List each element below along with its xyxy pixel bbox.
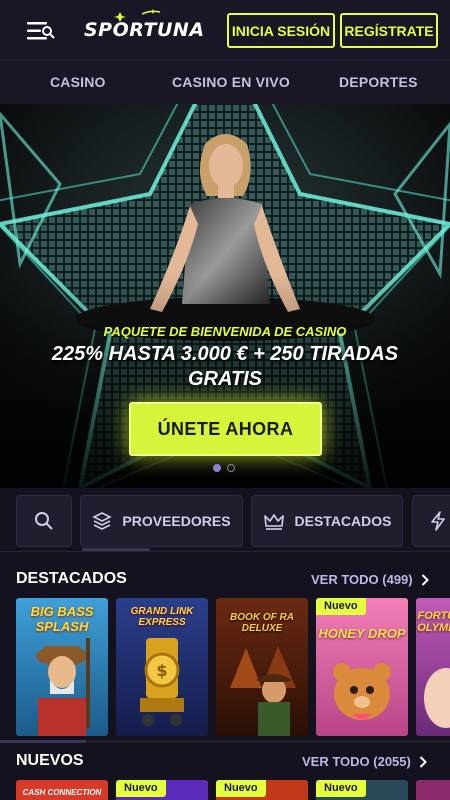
game-title: BIG BASS SPLASH <box>30 604 94 634</box>
game-tile-honey-drop[interactable]: HONEY DROP Nuevo <box>316 598 408 736</box>
featured-button[interactable]: DESTACADOS <box>251 495 403 547</box>
new-badge: Nuevo <box>116 780 166 797</box>
promo-banner[interactable]: PAQUETE DE BIENVENIDA DE CASINO 225% HAS… <box>0 104 450 488</box>
providers-button[interactable]: PROVEEDORES <box>80 495 243 547</box>
featured-view-all-label: VER TODO (499) <box>311 572 413 587</box>
new-badge: Nuevo <box>316 598 366 615</box>
search-button[interactable] <box>16 495 72 547</box>
chevron-right-icon <box>419 755 427 768</box>
top-header: SPORTUNA INICIA SESIÓN REGÍSTRATE <box>0 0 450 61</box>
new-view-all-label: VER TODO (2055) <box>302 754 411 769</box>
featured-view-all-link[interactable]: VER TODO (499) <box>311 572 429 587</box>
carousel-dot-2[interactable] <box>227 464 235 472</box>
game-tile-grand-link-express[interactable]: $ GRAND LINK EXPRESS <box>116 598 208 736</box>
register-button[interactable]: REGÍSTRATE <box>340 13 438 48</box>
promo-title: 225% HASTA 3.000 € + 250 TIRADAS GRATIS <box>51 343 399 390</box>
featured-label: DESTACADOS <box>294 513 392 529</box>
nav-sports[interactable]: DEPORTES <box>339 74 418 90</box>
app-root: SPORTUNA INICIA SESIÓN REGÍSTRATE CASINO… <box>0 0 450 800</box>
new-game-tile-5[interactable] <box>416 780 450 800</box>
chevron-right-icon <box>421 573 429 586</box>
new-game-tile-1[interactable]: CASH CONNECTION <box>16 780 108 800</box>
more-filters-button[interactable] <box>412 495 450 547</box>
providers-label: PROVEEDORES <box>122 513 231 529</box>
carousel-dots <box>213 464 235 472</box>
new-badge: Nuevo <box>316 780 366 797</box>
new-game-tile-3[interactable]: Nuevo <box>216 780 308 800</box>
logo-stars-icon <box>114 9 161 22</box>
promo-subtitle: PAQUETE DE BIENVENIDA DE CASINO <box>103 324 347 339</box>
filter-bar: PROVEEDORES DESTACADOS <box>0 488 450 552</box>
svg-text:$: $ <box>156 661 167 680</box>
game-thumbnail <box>316 598 408 736</box>
game-title: FORTUNE OLYMPUS <box>417 610 450 634</box>
carousel-dot-1[interactable] <box>213 464 221 472</box>
new-game-tile-4[interactable]: Nuevo <box>316 780 408 800</box>
sportuna-logo[interactable]: SPORTUNA <box>84 9 205 46</box>
game-tile-book-of-ra[interactable]: BOOK OF RA DELUXE <box>216 598 308 736</box>
login-button[interactable]: INICIA SESIÓN <box>227 13 335 48</box>
game-tile-big-bass-splash[interactable]: BIG BASS SPLASH <box>16 598 108 736</box>
active-filter-indicator <box>82 548 150 551</box>
crown-icon <box>263 514 284 530</box>
game-title: BOOK OF RA DELUXE <box>230 612 294 634</box>
new-view-all-link[interactable]: VER TODO (2055) <box>302 754 427 769</box>
lightning-icon <box>431 511 445 531</box>
featured-games-row: BIG BASS SPLASH $ GRAND LINK EXPRESS BOO… <box>16 598 450 736</box>
game-title: GRAND LINK EXPRESS <box>130 606 194 628</box>
game-title: CASH CONNECTION <box>22 788 102 797</box>
new-badge: Nuevo <box>216 780 266 797</box>
new-game-tile-2[interactable]: Nuevo <box>116 780 208 800</box>
nav-live-casino[interactable]: CASINO EN VIVO <box>172 74 290 90</box>
game-title: HONEY DROP <box>318 626 406 641</box>
game-tile-fortune-olympus[interactable]: FORTUNE OLYMPUS <box>416 598 450 736</box>
menu-icon[interactable] <box>27 19 55 43</box>
join-now-button[interactable]: ÚNETE AHORA <box>129 402 322 456</box>
nav-casino[interactable]: CASINO <box>50 74 106 90</box>
new-section-title: NUEVOS <box>16 752 84 769</box>
main-nav: CASINO CASINO EN VIVO DEPORTES <box>0 62 450 104</box>
featured-section-title: DESTACADOS <box>16 570 127 587</box>
featured-scroll-thumb[interactable] <box>0 740 86 743</box>
search-icon <box>35 512 53 530</box>
layers-icon <box>92 512 113 530</box>
